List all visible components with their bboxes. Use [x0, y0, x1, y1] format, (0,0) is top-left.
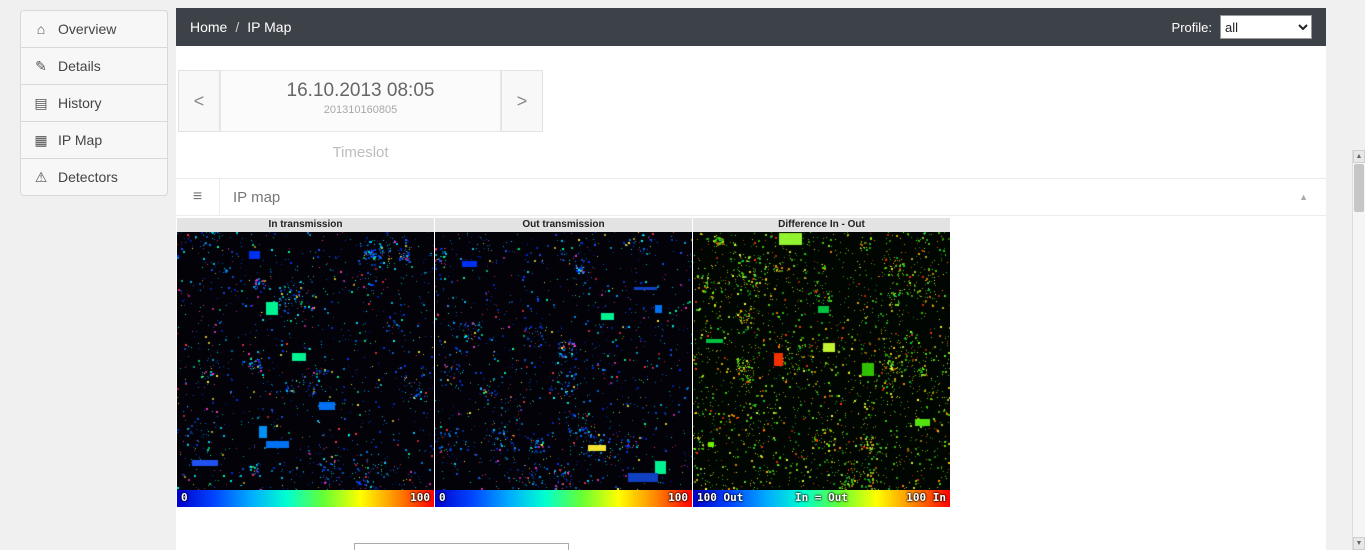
heatmap-canvas-diff — [693, 232, 950, 490]
sidebar-item-details[interactable]: ✎ Details — [20, 47, 168, 85]
color-scale-out: 0 100 — [435, 490, 692, 507]
scroll-down-icon[interactable]: ▼ — [1353, 537, 1365, 550]
grid-icon: ▦ — [34, 132, 48, 148]
history-icon: ▤ — [34, 95, 48, 111]
scale-max-label: 100 — [410, 491, 430, 504]
color-scale-diff: 100 Out In = Out 100 In — [693, 490, 950, 507]
breadcrumb-current: IP Map — [247, 19, 292, 35]
panel-title: IP map — [233, 188, 281, 206]
sidebar-item-label: History — [58, 95, 102, 111]
heatmap-in-transmission: In transmission 0 100 — [177, 218, 434, 507]
sidebar-item-history[interactable]: ▤ History — [20, 84, 168, 122]
timeslot-caption: Timeslot — [332, 144, 389, 161]
scale-max-label: 100 — [668, 491, 688, 504]
warning-icon: ⚠ — [34, 169, 48, 185]
edit-icon: ✎ — [35, 58, 47, 74]
scale-equal-label: In = Out — [795, 491, 848, 504]
ipmap-panel-header: ≡ IP map ▲ — [176, 178, 1326, 216]
heatmap-out-transmission: Out transmission 0 100 — [435, 218, 692, 507]
timeslot-datetime: 16.10.2013 08:05 — [286, 80, 435, 101]
heatmap-title: In transmission — [177, 218, 434, 232]
profile-label: Profile: — [1171, 19, 1212, 35]
heatmap-canvas-out — [435, 232, 692, 490]
scale-in-label: 100 In — [906, 491, 946, 504]
sidebar-item-detectors[interactable]: ⚠ Detectors — [20, 158, 168, 196]
collapse-chevron-icon[interactable]: ▲ — [1299, 192, 1308, 202]
heatmap-canvas-in — [177, 232, 434, 490]
sidebar-item-ipmap[interactable]: ▦ IP Map — [20, 121, 168, 159]
profile-select[interactable]: all — [1220, 15, 1312, 39]
color-scale-in: 0 100 — [177, 490, 434, 507]
heatmaps-row: In transmission 0 100 Out transmission 0… — [177, 218, 950, 507]
sidebar-item-label: IP Map — [58, 132, 103, 148]
sidebar: ⌂ Overview ✎ Details ▤ History ▦ IP Map … — [20, 10, 168, 196]
breadcrumb-bar: Home / IP Map Profile: all — [176, 8, 1326, 46]
breadcrumb-separator: / — [235, 19, 240, 35]
breadcrumb-home-link[interactable]: Home — [190, 19, 227, 35]
heatmap-title: Difference In - Out — [693, 218, 950, 232]
scale-min-label: 0 — [181, 491, 188, 504]
sidebar-item-label: Detectors — [58, 169, 118, 185]
timeslot-display[interactable]: 16.10.2013 08:05 201310160805 — [220, 70, 501, 132]
timeslot-next-button[interactable]: > — [501, 70, 543, 132]
scale-out-label: 100 Out — [697, 491, 744, 504]
timeslot-id: 201310160805 — [323, 104, 398, 116]
heatmap-title: Out transmission — [435, 218, 692, 232]
scrollbar-thumb[interactable] — [1354, 164, 1364, 212]
main-content: Home / IP Map Profile: all < 16.10.2013 … — [176, 8, 1326, 550]
profile-box: Profile: all — [1172, 15, 1312, 39]
timeslot-prev-button[interactable]: < — [178, 70, 220, 132]
sidebar-item-label: Details — [58, 58, 101, 74]
sidebar-item-overview[interactable]: ⌂ Overview — [20, 10, 168, 48]
menu-icon[interactable]: ≡ — [176, 179, 220, 215]
vertical-scrollbar[interactable]: ▲ ▼ — [1352, 150, 1365, 550]
heatmap-difference: Difference In - Out 100 Out In = Out 100… — [693, 218, 950, 507]
home-icon: ⌂ — [36, 21, 46, 37]
scale-min-label: 0 — [439, 491, 446, 504]
scroll-up-icon[interactable]: ▲ — [1353, 150, 1365, 163]
bottom-filter-select[interactable] — [354, 543, 569, 550]
sidebar-item-label: Overview — [58, 21, 117, 37]
